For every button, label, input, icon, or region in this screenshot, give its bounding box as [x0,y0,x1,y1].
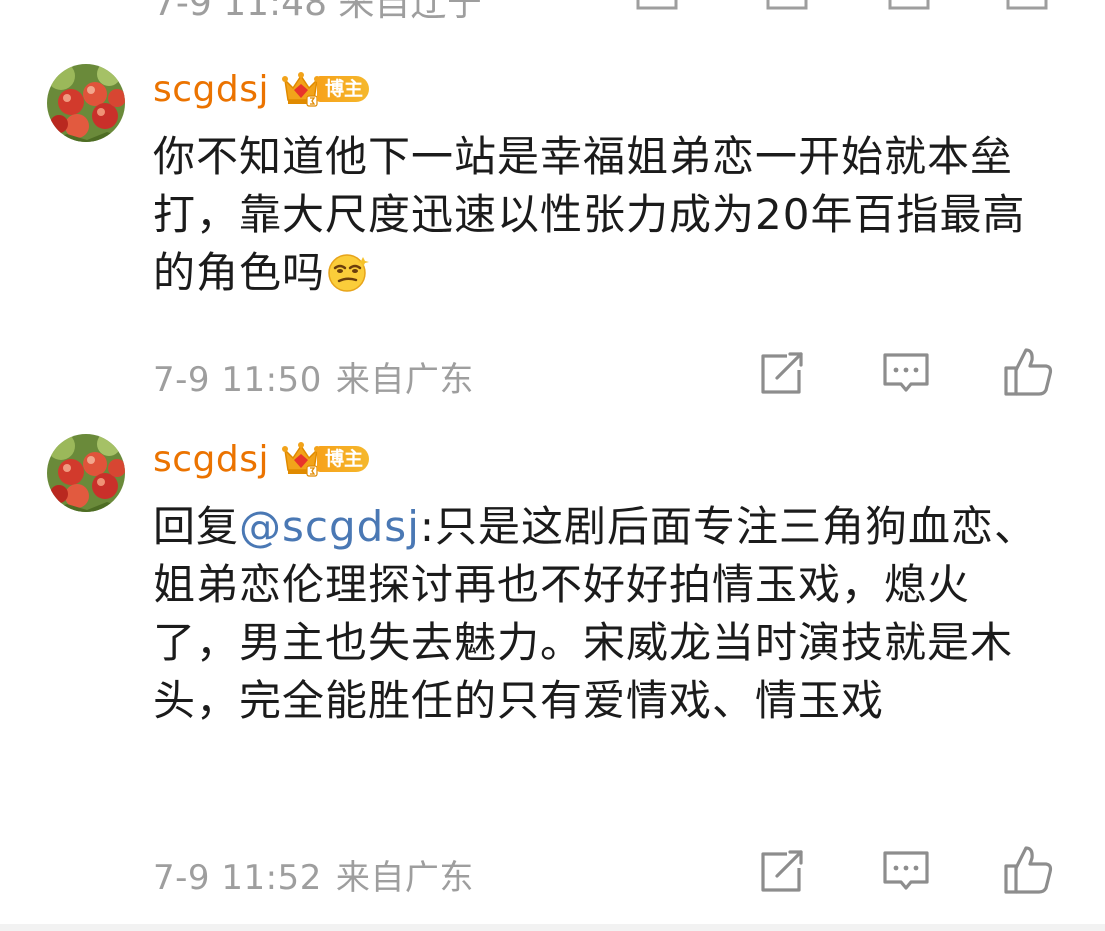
like-icon[interactable] [1002,844,1054,894]
comment-icon[interactable] [880,350,932,398]
share-icon[interactable] [757,350,809,398]
comment-meta: 7-9 11:52 来自广东 [153,850,474,899]
timestamp: 7-9 11:50 [153,360,322,400]
comment-meta: 7-9 11:50 来自广东 [153,352,474,401]
like-icon[interactable] [1002,0,1052,14]
comment-icon[interactable] [884,0,934,14]
comment-text: 回复@scgdsj:只是这剧后面专注三角狗血恋、姐弟恋伦理探讨再也不好好拍情玉戏… [153,498,1053,730]
previous-comment-meta: 7-9 11:48 来自辽宁 [153,0,483,24]
like-icon[interactable] [1002,346,1054,396]
username[interactable]: scgdsj [153,439,269,480]
crown-icon [282,72,321,107]
divider [0,924,1105,931]
badge-label: 博主 [317,446,370,472]
timestamp: 7-9 11:52 [153,858,322,898]
blogger-badge: 博主 [281,70,370,108]
share-icon[interactable] [757,848,809,896]
comment-icon[interactable] [880,848,932,896]
avatar[interactable] [47,64,125,142]
mention-link[interactable]: @scgdsj [239,502,420,551]
location: 来自广东 [335,858,474,898]
location: 来自广东 [335,360,474,400]
comment-text: 你不知道他下一站是幸福姐弟恋一开始就本垒打，靠大尺度迅速以性张力成为20年百指最… [153,128,1053,302]
username[interactable]: scgdsj [153,69,269,110]
comment-icon[interactable] [762,0,812,14]
blogger-badge: 博主 [281,440,370,478]
crown-icon [282,442,321,477]
avatar[interactable] [47,434,125,512]
previous-comment-meta-row: 7-9 11:48 来自辽宁 [0,0,1105,24]
name-row: scgdsj 博主 [153,434,370,484]
share-icon[interactable] [632,0,682,14]
badge-label: 博主 [317,76,370,102]
sly-smirk-emoji [328,254,370,292]
comment-body: 你不知道他下一站是幸福姐弟恋一开始就本垒打，靠大尺度迅速以性张力成为20年百指最… [153,132,1026,297]
comment-thread: 7-9 11:48 来自辽宁 scgdsj 博主 你不知道他下一站是幸福姐弟恋一… [0,0,1105,931]
reply-prefix: 回复 [153,502,240,551]
name-row: scgdsj 博主 [153,64,370,114]
